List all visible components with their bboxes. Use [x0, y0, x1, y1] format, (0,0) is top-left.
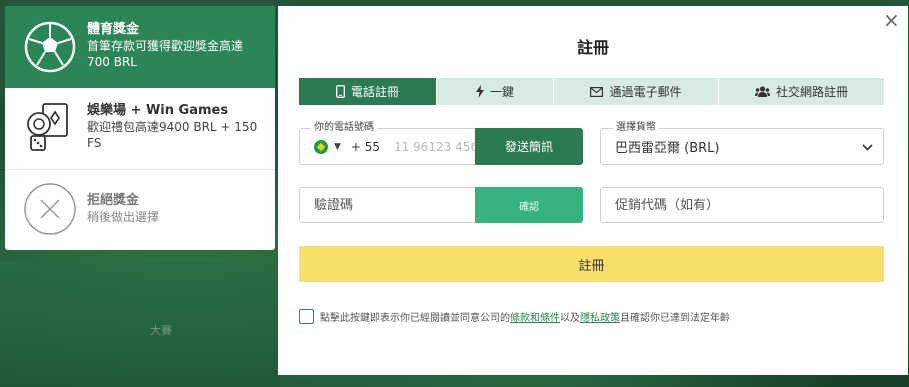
- tab-social[interactable]: 社交網路註冊: [719, 78, 884, 105]
- verification-code-field: 確認: [299, 187, 583, 223]
- bonus-casino-title: 娛樂場 + Win Games: [87, 103, 229, 118]
- phone-input[interactable]: [394, 139, 483, 154]
- modal-title: 註冊: [576, 38, 609, 57]
- bonus-option-sports[interactable]: 體育獎金 首筆存款可獲得歡迎獎金高達 700 BRL: [5, 6, 275, 88]
- currency-value: 巴西雷亞爾 (BRL): [615, 141, 720, 156]
- terms-agreement: 點擊此按鍵即表示你已經閱讀並同意公司的 條款和條件 以及 隱私政策 且確認你已達到法定年…: [299, 309, 884, 324]
- privacy-link[interactable]: 隱私政策: [580, 309, 620, 324]
- terms-prefix: 點擊此按鍵即表示你已經閱讀並同意公司的: [320, 313, 510, 324]
- envelope-icon: [590, 86, 604, 97]
- bonus-casino-desc: 歡迎禮包高達9400 BRL + 150 FS: [87, 120, 258, 150]
- bonus-sports-desc: 首筆存款可獲得歡迎獎金高達 700 BRL: [87, 39, 244, 69]
- phone-field-label: 你的電話號碼: [311, 122, 377, 134]
- promo-code-input[interactable]: [615, 197, 865, 213]
- users-icon: [754, 86, 770, 97]
- casino-chips-cards-icon: [27, 103, 68, 151]
- terms-suffix: 且確認你已達到法定年齡: [620, 313, 730, 324]
- close-circle-icon: [24, 183, 76, 235]
- tab-email[interactable]: 通過電子郵件: [554, 78, 719, 105]
- dial-code: + 55: [350, 139, 381, 154]
- background-table: [0, 262, 280, 387]
- verification-code-input[interactable]: [314, 197, 464, 213]
- tab-one-click[interactable]: 一鍵: [437, 78, 554, 105]
- send-sms-button[interactable]: 發送簡訊: [475, 128, 583, 165]
- chevron-down-icon: [862, 140, 873, 154]
- background-table-label: 大賽: [150, 324, 172, 337]
- registration-tabs: 電話註冊 一鍵 通過電子郵件 社交網路註冊: [299, 78, 884, 105]
- soccer-ball-icon: [24, 21, 76, 73]
- register-button[interactable]: 註冊: [299, 246, 884, 282]
- tab-one-click-label: 一鍵: [489, 85, 514, 99]
- bonus-panel: 體育獎金 首筆存款可獲得歡迎獎金高達 700 BRL 娛樂場 + Win Gam…: [5, 6, 275, 250]
- registration-modal: × 註冊 電話註冊 一鍵 通過電子郵件 社交網路註冊 ▼ + 55 11 961…: [278, 6, 908, 375]
- confirm-code-button[interactable]: 確認: [475, 187, 583, 223]
- close-icon[interactable]: ×: [883, 10, 900, 30]
- terms-middle: 以及: [560, 313, 580, 324]
- tab-phone-label: 電話註冊: [350, 85, 399, 99]
- phone-icon: [336, 85, 345, 98]
- bonus-option-casino[interactable]: 娛樂場 + Win Games 歡迎禮包高達9400 BRL + 150 FS: [5, 88, 275, 170]
- currency-field-label: 選擇貨幣: [613, 122, 659, 134]
- bonus-sports-title: 體育獎金: [87, 22, 140, 37]
- lightning-icon: [475, 85, 484, 98]
- tab-social-label: 社交網路註冊: [775, 85, 848, 99]
- bonus-decline-desc: 稍後做出選擇: [87, 210, 160, 224]
- tab-email-label: 通過電子郵件: [609, 85, 682, 99]
- terms-link[interactable]: 條款和條件: [510, 309, 560, 324]
- tab-phone[interactable]: 電話註冊: [299, 78, 437, 105]
- bonus-decline-title: 拒絕獎金: [87, 193, 140, 208]
- bonus-option-decline[interactable]: 拒絕獎金 稍後做出選擇: [5, 170, 275, 250]
- brazil-flag-icon[interactable]: [314, 139, 328, 154]
- chevron-down-icon[interactable]: ▼: [334, 142, 341, 152]
- promo-code-field: [600, 187, 884, 223]
- terms-checkbox[interactable]: [299, 309, 314, 324]
